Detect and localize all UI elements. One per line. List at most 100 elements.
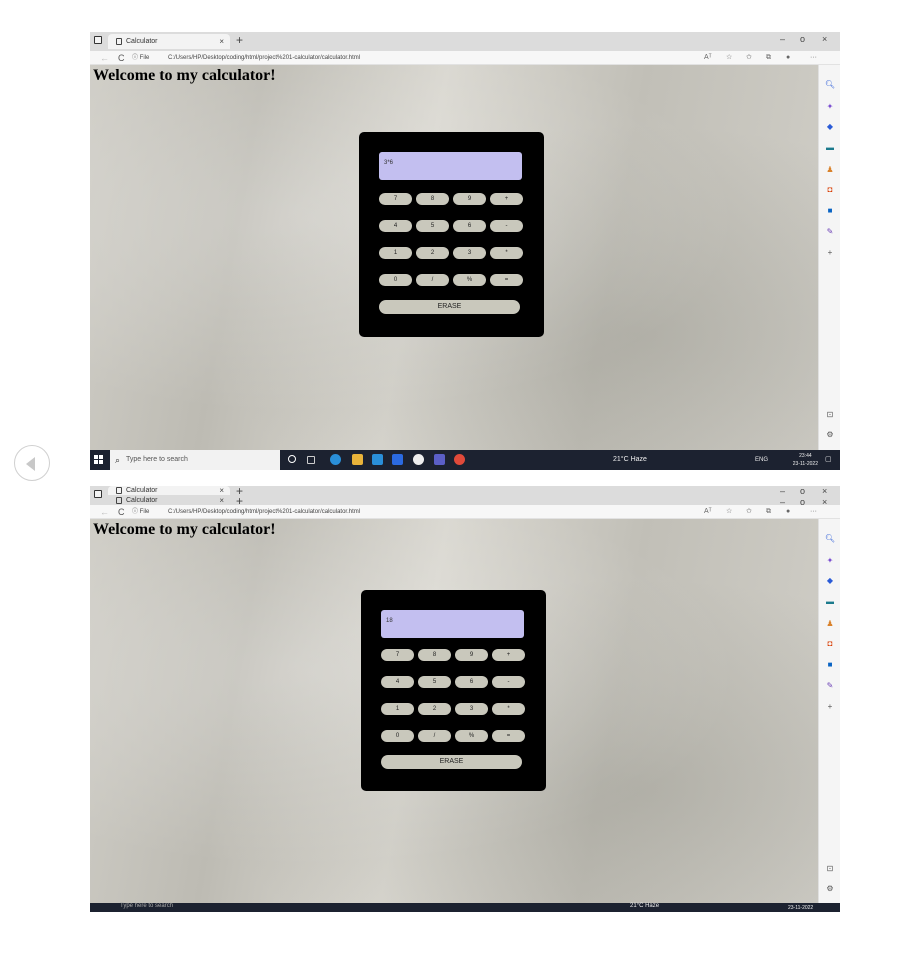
key-1[interactable]: 1 — [379, 247, 412, 259]
key-5[interactable]: 5 — [416, 220, 449, 232]
settings-icon[interactable]: ⚙ — [824, 429, 836, 441]
outlook-icon[interactable]: ■ — [824, 205, 836, 217]
plus-icon[interactable]: + — [824, 701, 836, 713]
minimize-button[interactable]: – — [780, 486, 785, 496]
sidebar-hide-icon[interactable]: ⊡ — [824, 863, 836, 875]
favorites-add-icon[interactable]: ☆ — [726, 51, 732, 65]
file-explorer-icon[interactable] — [352, 454, 363, 465]
games-icon[interactable]: ♟ — [824, 164, 836, 176]
sidebar-hide-icon[interactable]: ⊡ — [824, 409, 836, 421]
games-icon[interactable]: ♟ — [824, 618, 836, 630]
pen-icon[interactable]: ✎ — [824, 680, 836, 692]
browser-tab-ghost[interactable]: Calculator × — [108, 496, 230, 505]
clock[interactable]: 23:44 23-11-2022 — [793, 452, 818, 468]
tag-icon[interactable]: ◆ — [824, 575, 836, 587]
key-8[interactable]: 8 — [418, 649, 451, 661]
taskbar-search[interactable]: ⌕ Type here to search — [110, 450, 280, 470]
key-4[interactable]: 4 — [379, 220, 412, 232]
key-multiply[interactable]: * — [492, 703, 525, 715]
refresh-icon[interactable]: C — [118, 505, 125, 519]
language-indicator[interactable]: ENG — [755, 450, 768, 470]
plus-icon[interactable]: + — [824, 247, 836, 259]
key-6[interactable]: 6 — [455, 676, 488, 688]
profile-icon[interactable]: ● — [786, 51, 790, 65]
close-window-button[interactable]: × — [822, 486, 827, 496]
more-menu-icon[interactable]: ··· — [810, 51, 817, 65]
key-0[interactable]: 0 — [381, 730, 414, 742]
pen-icon[interactable]: ✎ — [824, 226, 836, 238]
search-icon[interactable]: 🔍︎ — [824, 79, 836, 91]
notifications-icon[interactable]: ▢ — [825, 450, 832, 470]
url-field[interactable]: C:/Users/HP/Desktop/coding/html/project%… — [168, 505, 360, 519]
read-aloud-icon[interactable]: Aᵀ — [704, 505, 712, 519]
maximize-button[interactable]: o — [800, 486, 805, 496]
key-3[interactable]: 3 — [455, 703, 488, 715]
windows-start-icon[interactable] — [94, 455, 103, 464]
key-2[interactable]: 2 — [416, 247, 449, 259]
key-divide[interactable]: / — [416, 274, 449, 286]
github-icon[interactable] — [413, 454, 424, 465]
browser-tab[interactable]: Calculator × — [108, 34, 230, 49]
erase-button[interactable]: ERASE — [379, 300, 520, 314]
refresh-icon[interactable]: C — [118, 51, 125, 65]
more-menu-icon[interactable]: ··· — [810, 505, 817, 519]
tab-actions-icon[interactable] — [94, 36, 102, 44]
sparkle-icon[interactable]: ✦ — [824, 555, 836, 567]
new-tab-button[interactable]: + — [236, 33, 243, 47]
outlook-icon[interactable]: ■ — [824, 659, 836, 671]
cortana-icon[interactable] — [288, 455, 296, 463]
erase-button[interactable]: ERASE — [381, 755, 522, 769]
briefcase-icon[interactable]: ▬ — [824, 596, 836, 608]
key-3[interactable]: 3 — [453, 247, 486, 259]
teams-icon[interactable] — [434, 454, 445, 465]
tag-icon[interactable]: ◆ — [824, 121, 836, 133]
key-equals[interactable]: = — [490, 274, 523, 286]
chrome-icon[interactable] — [454, 454, 465, 465]
key-divide[interactable]: / — [418, 730, 451, 742]
weather-widget[interactable]: 21°C Haze — [630, 903, 659, 909]
tab-close-icon[interactable]: × — [219, 34, 224, 49]
key-percent[interactable]: % — [453, 274, 486, 286]
read-aloud-icon[interactable]: Aᵀ — [704, 51, 712, 65]
key-5[interactable]: 5 — [418, 676, 451, 688]
favorites-icon[interactable]: ✩ — [746, 51, 752, 65]
back-arrow-button[interactable] — [14, 445, 50, 481]
weather-widget[interactable]: 21°C Haze — [613, 450, 647, 470]
favorites-add-icon[interactable]: ☆ — [726, 505, 732, 519]
tab-close-icon[interactable]: × — [219, 486, 224, 495]
tab-actions-icon[interactable] — [94, 490, 102, 498]
clock-date[interactable]: 23-11-2022 — [788, 904, 813, 912]
key-minus[interactable]: - — [490, 220, 523, 232]
tab-close-icon[interactable]: × — [219, 496, 224, 505]
key-multiply[interactable]: * — [490, 247, 523, 259]
collections-icon[interactable]: ⧉ — [766, 505, 771, 519]
minimize-button[interactable]: – — [780, 34, 785, 44]
key-percent[interactable]: % — [455, 730, 488, 742]
collections-icon[interactable]: ⧉ — [766, 51, 771, 65]
back-icon[interactable]: ← — [100, 51, 109, 65]
close-window-button[interactable]: × — [822, 34, 827, 44]
task-view-icon[interactable] — [307, 456, 315, 464]
key-plus[interactable]: + — [490, 193, 523, 205]
settings-icon[interactable]: ⚙ — [824, 883, 836, 895]
store-icon[interactable] — [372, 454, 383, 465]
browser-tab[interactable]: Calculator × — [108, 486, 230, 495]
sparkle-icon[interactable]: ✦ — [824, 101, 836, 113]
key-9[interactable]: 9 — [453, 193, 486, 205]
key-1[interactable]: 1 — [381, 703, 414, 715]
profile-icon[interactable]: ● — [786, 505, 790, 519]
key-0[interactable]: 0 — [379, 274, 412, 286]
key-7[interactable]: 7 — [381, 649, 414, 661]
key-8[interactable]: 8 — [416, 193, 449, 205]
key-6[interactable]: 6 — [453, 220, 486, 232]
url-field[interactable]: C:/Users/HP/Desktop/coding/html/project%… — [168, 51, 360, 65]
key-plus[interactable]: + — [492, 649, 525, 661]
back-icon[interactable]: ← — [100, 505, 109, 519]
vscode-icon[interactable] — [392, 454, 403, 465]
key-minus[interactable]: - — [492, 676, 525, 688]
maximize-button[interactable]: o — [800, 34, 805, 44]
briefcase-icon[interactable]: ▬ — [824, 142, 836, 154]
key-equals[interactable]: = — [492, 730, 525, 742]
site-info[interactable]: ⓘ File — [132, 51, 149, 65]
office-icon[interactable]: ◘ — [824, 638, 836, 650]
